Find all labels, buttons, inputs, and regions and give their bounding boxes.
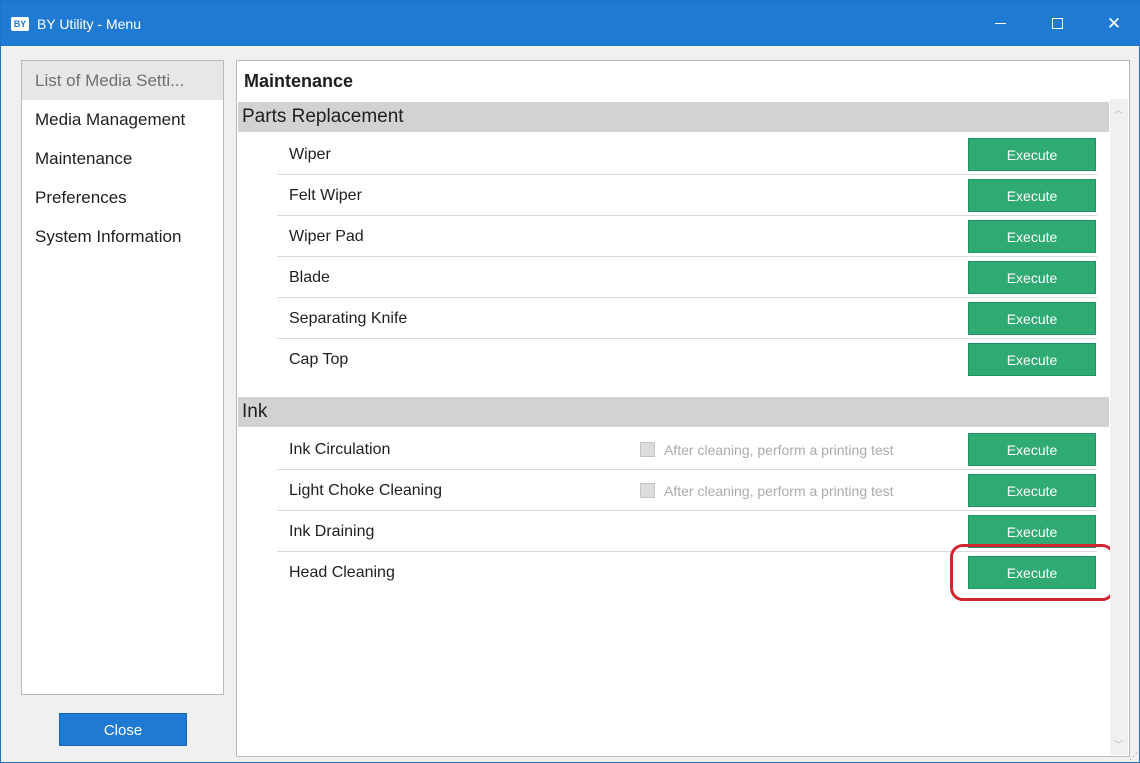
parts-row-felt-wiper: Felt Wiper Execute — [277, 175, 1097, 216]
ink-row-light-choke-cleaning: Light Choke Cleaning After cleaning, per… — [277, 470, 1097, 511]
close-icon: ✕ — [1106, 13, 1122, 33]
page-title: Maintenance — [244, 71, 354, 91]
row-label: Blade — [289, 269, 330, 286]
execute-button[interactable]: Execute — [968, 179, 1096, 212]
execute-button[interactable]: Execute — [968, 220, 1096, 253]
parts-row-wiper-pad: Wiper Pad Execute — [277, 216, 1097, 257]
sidebar-item-system-information[interactable]: System Information — [22, 217, 223, 256]
maximize-button[interactable] — [1033, 1, 1081, 46]
parts-row-wiper: Wiper Execute — [277, 134, 1097, 175]
row-label: Wiper — [289, 146, 331, 163]
scroll-up-icon[interactable]: ︿ — [1114, 103, 1123, 116]
sidebar-item-maintenance[interactable]: Maintenance — [22, 139, 223, 178]
head-cleaning-highlight — [950, 544, 1115, 601]
printing-test-option: After cleaning, perform a printing test — [640, 480, 894, 501]
maintenance-panel: Maintenance Parts Replacement Wiper Exec… — [236, 60, 1130, 757]
window-title: BY Utility - Menu — [37, 16, 141, 32]
row-label: Head Cleaning — [289, 564, 395, 581]
scroll-down-icon[interactable]: ﹀ — [1114, 738, 1123, 751]
ink-row-ink-circulation: Ink Circulation After cleaning, perform … — [277, 429, 1097, 470]
parts-row-blade: Blade Execute — [277, 257, 1097, 298]
app-window: BY BY Utility - Menu ✕ List of Media Set… — [0, 0, 1140, 763]
minimize-icon — [994, 23, 1006, 24]
close-button[interactable]: Close — [59, 713, 187, 746]
row-label: Cap Top — [289, 351, 349, 368]
row-label: Wiper Pad — [289, 228, 364, 245]
printing-test-checkbox[interactable] — [640, 442, 655, 457]
execute-button[interactable]: Execute — [968, 343, 1096, 376]
row-label: Ink Circulation — [289, 441, 391, 458]
row-label: Separating Knife — [289, 310, 408, 327]
title-bar[interactable]: BY BY Utility - Menu ✕ — [1, 1, 1140, 46]
app-icon: BY — [11, 17, 29, 31]
parts-row-cap-top: Cap Top Execute — [277, 339, 1097, 380]
vertical-scrollbar[interactable]: ︿ ﹀ — [1110, 99, 1128, 755]
close-window-button[interactable]: ✕ — [1090, 1, 1138, 46]
row-label: Ink Draining — [289, 523, 375, 540]
section-header-ink: Ink — [238, 397, 1109, 427]
row-label: Light Choke Cleaning — [289, 482, 442, 499]
resize-grip-icon[interactable]: ⋰ — [1129, 751, 1138, 762]
row-label: Felt Wiper — [289, 187, 362, 204]
execute-button[interactable]: Execute — [968, 302, 1096, 335]
execute-button[interactable]: Execute — [968, 433, 1096, 466]
checkbox-label: After cleaning, perform a printing test — [664, 482, 894, 499]
parts-row-separating-knife: Separating Knife Execute — [277, 298, 1097, 339]
execute-button[interactable]: Execute — [968, 474, 1096, 507]
maximize-icon — [1051, 18, 1063, 29]
sidebar-nav: List of Media Setti... Media Management … — [21, 60, 224, 695]
minimize-button[interactable] — [976, 1, 1024, 46]
sidebar-item-media-management[interactable]: Media Management — [22, 100, 223, 139]
sidebar-item-preferences[interactable]: Preferences — [22, 178, 223, 217]
execute-button[interactable]: Execute — [968, 138, 1096, 171]
execute-button[interactable]: Execute — [968, 261, 1096, 294]
checkbox-label: After cleaning, perform a printing test — [664, 441, 894, 458]
printing-test-checkbox[interactable] — [640, 483, 655, 498]
sidebar-item-list-of-media-settings[interactable]: List of Media Setti... — [22, 61, 223, 100]
printing-test-option: After cleaning, perform a printing test — [640, 439, 894, 460]
section-header-parts-replacement: Parts Replacement — [238, 102, 1109, 132]
